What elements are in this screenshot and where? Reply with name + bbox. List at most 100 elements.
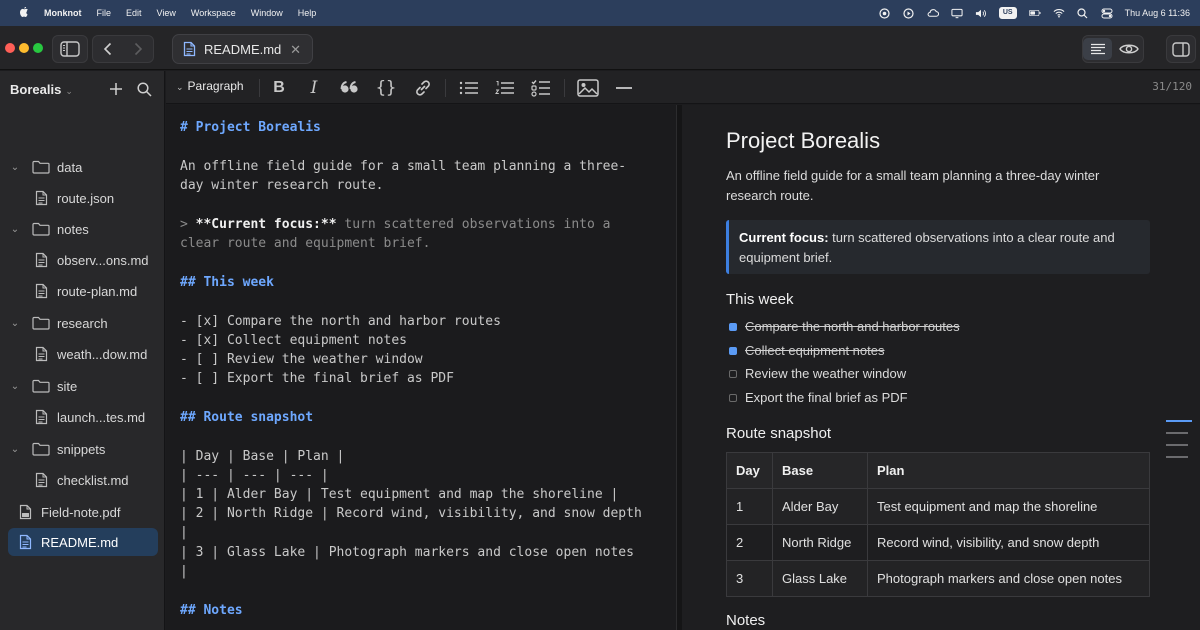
search-files-button[interactable] [135, 80, 153, 98]
file-launch-notes[interactable]: launch...tes.md [8, 403, 158, 431]
folder-site[interactable]: ⌄ site [8, 372, 158, 400]
forward-button[interactable] [123, 42, 153, 56]
toggle-inspector-button[interactable] [1166, 35, 1196, 63]
file-sidebar: Borealis ⌄ ⌄ data route.json ⌄ notes obse… [0, 71, 165, 630]
preview-heading-notes: Notes [726, 612, 766, 629]
back-button[interactable] [93, 42, 123, 56]
new-file-button[interactable] [107, 80, 125, 98]
folder-notes[interactable]: ⌄ notes [8, 215, 158, 243]
toolbar-divider [259, 79, 260, 97]
bullet-list-button[interactable] [458, 77, 480, 99]
toggle-sidebar-button[interactable] [52, 35, 88, 63]
document-icon [32, 190, 50, 206]
source-line: | 3 | Glass Lake | Photograph markers an… [180, 545, 634, 560]
source-line: | 1 | Alder Bay | Test equipment and map… [180, 487, 619, 502]
menu-help[interactable]: Help [298, 8, 317, 18]
chevron-down-icon[interactable]: ⌄ [8, 318, 22, 329]
preview-title: Project Borealis [726, 128, 881, 153]
outline-mark[interactable] [1166, 432, 1188, 434]
search-icon[interactable] [1077, 7, 1089, 19]
pdf-file-icon [16, 504, 34, 520]
preview-heading-route: Route snapshot [726, 425, 832, 442]
bold-button[interactable]: B [268, 77, 290, 99]
workspace-switcher[interactable]: Borealis ⌄ [10, 82, 73, 97]
preview-view-button[interactable] [1114, 43, 1143, 55]
chevron-down-icon: ⌄ [65, 85, 73, 96]
outline-mark[interactable] [1166, 456, 1188, 458]
minimize-window-button[interactable] [19, 43, 29, 53]
horizontal-rule-button[interactable] [613, 77, 635, 99]
folder-snippets[interactable]: ⌄ snippets [8, 435, 158, 463]
task-checkbox[interactable] [729, 322, 737, 331]
menu-file[interactable]: File [97, 8, 112, 18]
chevron-right-icon [134, 42, 143, 56]
chevron-down-icon[interactable]: ⌄ [8, 224, 22, 235]
zoom-window-button[interactable] [33, 43, 43, 53]
source-line: ## This week [180, 275, 274, 290]
chevron-down-icon[interactable]: ⌄ [8, 381, 22, 392]
sidebar-item-label: README.md [41, 534, 119, 550]
file-observations[interactable]: observ...ons.md [8, 246, 158, 274]
file-weather-window[interactable]: weath...dow.md [8, 340, 158, 368]
input-source-indicator[interactable]: US [998, 7, 1017, 19]
numbered-list-button[interactable] [494, 77, 516, 99]
bold-text: **Current focus:** [195, 217, 337, 232]
apple-logo-icon[interactable] [20, 6, 30, 19]
menu-view[interactable]: View [157, 8, 176, 18]
cloud-icon[interactable] [927, 7, 939, 19]
checklist-icon [531, 80, 550, 97]
close-tab-icon[interactable]: ✕ [290, 42, 301, 58]
menubar-clock[interactable]: Thu Aug 6 11:36 [1125, 8, 1190, 18]
menu-edit[interactable]: Edit [126, 8, 142, 18]
toolbar-divider [564, 79, 565, 97]
folder-research[interactable]: ⌄ research [8, 309, 158, 337]
markdown-source-editor[interactable]: # Project Borealis An offline field guid… [166, 105, 676, 630]
file-route-plan[interactable]: route-plan.md [8, 277, 158, 305]
quote-button[interactable] [339, 77, 361, 99]
bold-icon: B [273, 79, 285, 96]
task-checkbox[interactable] [729, 393, 737, 402]
focus-icon[interactable] [879, 7, 891, 19]
outline-mark-current[interactable] [1166, 420, 1192, 422]
table-header-row: Day Base Plan [726, 452, 1150, 489]
code-button[interactable]: {} [375, 77, 397, 99]
source-line: - [ ] Export the final brief as PDF [180, 371, 454, 386]
insert-image-button[interactable] [577, 77, 599, 99]
file-readme[interactable]: README.md [8, 528, 158, 556]
task-list-button[interactable] [530, 77, 552, 99]
task-checkbox[interactable] [729, 346, 737, 355]
task-checkbox[interactable] [729, 369, 737, 378]
toolbar-divider [445, 79, 446, 97]
menu-workspace[interactable]: Workspace [191, 8, 236, 18]
table-header-cell: Day [726, 452, 773, 489]
route-table: Day Base Plan 1 Alder Bay Test equipment… [726, 452, 1150, 597]
outline-mark[interactable] [1166, 444, 1188, 446]
tab-readme[interactable]: README.md ✕ [172, 34, 313, 64]
chevron-down-icon[interactable]: ⌄ [8, 162, 22, 173]
italic-button[interactable]: I [303, 77, 325, 99]
menu-window[interactable]: Window [251, 8, 283, 18]
app-menu[interactable]: Monknot [44, 8, 82, 18]
block-style-dropdown[interactable]: ⌄ Paragraph [176, 79, 244, 93]
close-window-button[interactable] [5, 43, 15, 53]
control-center-icon[interactable] [1101, 7, 1113, 19]
wifi-icon[interactable] [1053, 7, 1065, 19]
source-line: clear route and equipment brief. [180, 236, 431, 251]
file-checklist[interactable]: checklist.md [8, 466, 158, 494]
volume-icon[interactable] [975, 7, 987, 19]
sidebar-item-label: weath...dow.md [57, 346, 148, 362]
battery-icon[interactable] [1028, 7, 1041, 19]
outline-minimap[interactable] [1166, 420, 1192, 468]
play-icon[interactable] [903, 7, 915, 19]
source-view-button[interactable] [1083, 38, 1112, 60]
file-field-note-pdf[interactable]: Field-note.pdf [8, 498, 158, 526]
file-route-json[interactable]: route.json [8, 184, 158, 212]
sidebar-header: Borealis ⌄ [0, 71, 164, 107]
link-button[interactable] [412, 77, 434, 99]
display-icon[interactable] [951, 7, 963, 19]
task-text: Compare the north and harbor routes [745, 319, 960, 334]
folder-data[interactable]: ⌄ data [8, 153, 158, 181]
source-line: - [x] Compare the north and harbor route… [180, 314, 501, 329]
folder-icon [32, 315, 50, 331]
chevron-down-icon[interactable]: ⌄ [8, 444, 22, 455]
